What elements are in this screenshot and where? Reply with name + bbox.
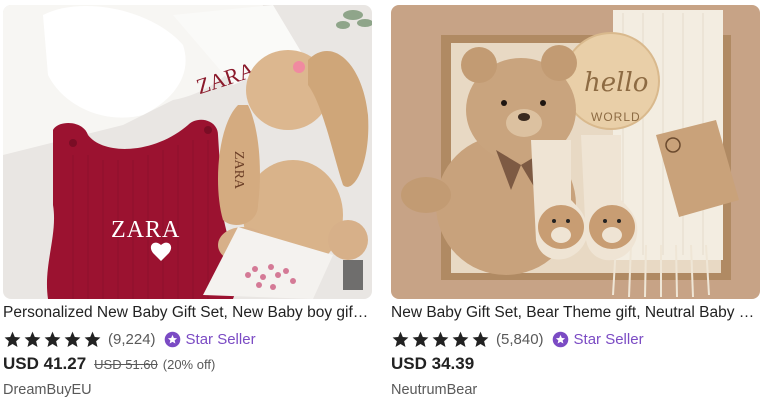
shop-name[interactable]: DreamBuyEU	[3, 382, 372, 398]
star-icon	[24, 331, 41, 347]
star-icon	[64, 331, 81, 347]
shop-name[interactable]: NeutrumBear	[391, 382, 760, 398]
listing-image-1[interactable]: ZARA ZARA ZARA	[3, 5, 372, 299]
star-icon	[412, 331, 429, 347]
star-rating	[391, 330, 490, 349]
listing-title[interactable]: Personalized New Baby Gift Set, New Baby…	[3, 304, 372, 322]
rating-row: (9,224) Star Seller	[3, 329, 372, 349]
plaque-text: hello	[584, 68, 648, 98]
product-photo-bear-set: hello WORLD	[391, 5, 760, 299]
review-count: (5,840)	[496, 330, 544, 348]
star-icon	[392, 331, 409, 347]
star-seller-label: Star Seller	[573, 330, 644, 348]
star-seller-badge: Star Seller	[552, 331, 644, 348]
review-count: (9,224)	[108, 330, 156, 348]
star-icon	[4, 331, 21, 347]
sale-price: USD 41.27	[3, 354, 87, 373]
star-icon	[432, 331, 449, 347]
listing-card-2[interactable]: hello WORLD New Baby Gift Set, Bear Them…	[391, 5, 760, 398]
plaque-text-2: WORLD	[591, 110, 641, 124]
star-icon	[452, 331, 469, 347]
price-row: USD 34.39	[391, 354, 760, 376]
price-row: USD 41.27 USD 51.60 (20% off)	[3, 354, 372, 376]
listing-image-2[interactable]: hello WORLD	[391, 5, 760, 299]
star-seller-badge: Star Seller	[164, 331, 256, 348]
listing-title[interactable]: New Baby Gift Set, Bear Theme gift, Neut…	[391, 304, 760, 322]
sale-price: USD 34.39	[391, 354, 475, 373]
star-rating	[3, 330, 102, 349]
original-price: USD 51.60	[94, 357, 158, 372]
rating-row: (5,840) Star Seller	[391, 329, 760, 349]
star-icon	[84, 331, 101, 347]
discount-label: (20% off)	[162, 357, 216, 372]
star-seller-label: Star Seller	[185, 330, 256, 348]
star-icon	[472, 331, 489, 347]
star-seller-badge-icon	[164, 331, 180, 347]
product-photo-baby-set: ZARA ZARA ZARA	[3, 5, 372, 299]
star-seller-badge-icon	[552, 331, 568, 347]
romper-embroidery: ZARA	[111, 217, 180, 243]
star-icon	[44, 331, 61, 347]
bunny-ear-embroidery: ZARA	[231, 151, 246, 190]
listing-card-1[interactable]: ZARA ZARA ZARA Personalized New Baby Gif…	[3, 5, 372, 398]
